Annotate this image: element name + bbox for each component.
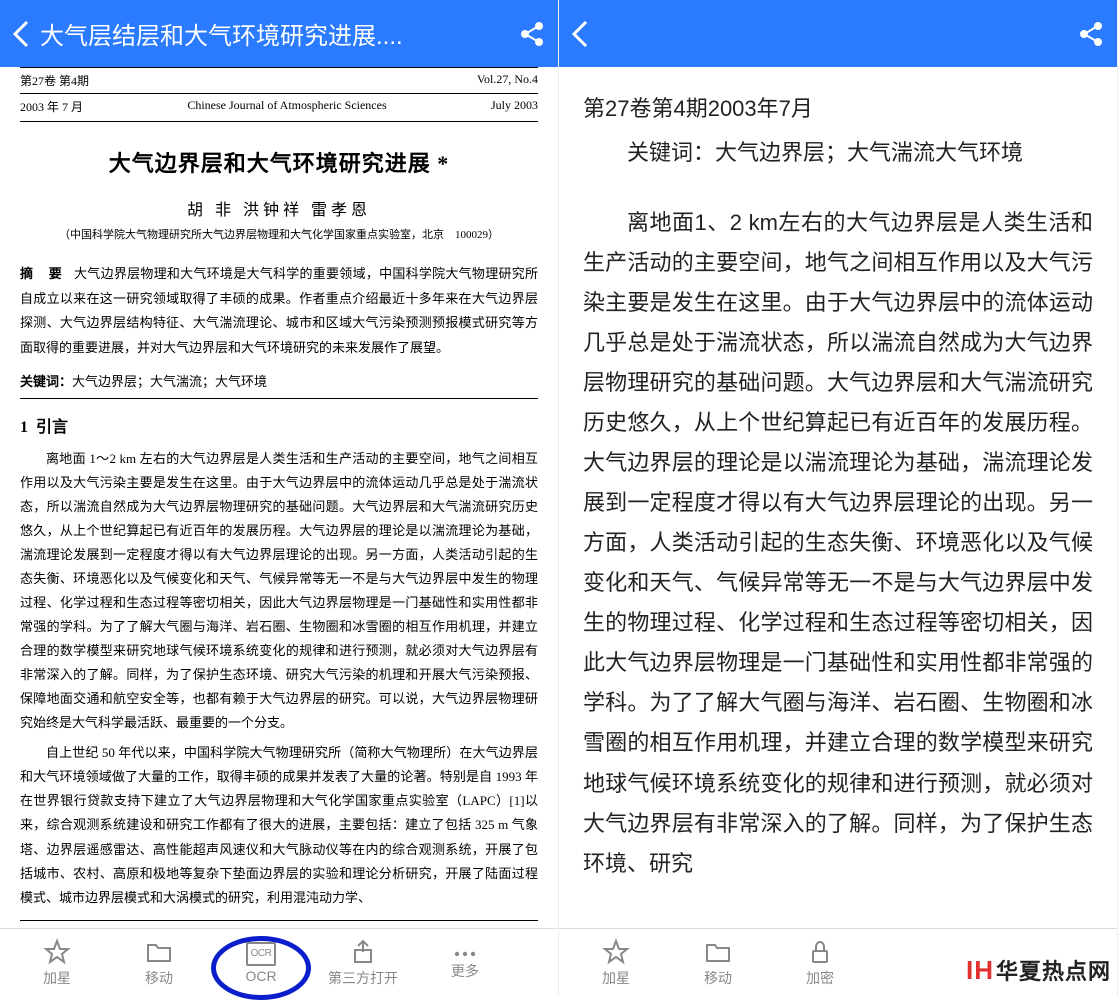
watermark-text: 华夏热点网: [996, 959, 1111, 984]
back-icon[interactable]: [12, 19, 30, 49]
paper-title: 大气边界层和大气环境研究进展 *: [20, 146, 538, 178]
bottom-toolbar: 加星 移动 OCR OCR 第三方打开 更多: [0, 928, 558, 996]
left-phone: 大气层结层和大气环境研究进展.... 第27卷 第4期 Vol.27, No.4…: [0, 0, 559, 996]
header-bar: 大气层结层和大气环境研究进展....: [0, 0, 558, 67]
paper-journal: Chinese Journal of Atmospheric Sciences: [187, 98, 386, 115]
ocr-button[interactable]: OCR OCR: [210, 942, 312, 984]
more-button[interactable]: 更多: [414, 945, 516, 981]
body-paragraph-1: 离地面 1～2 km 左右的大气边界层是人类生活和生产活动的主要空间，地气之间相…: [20, 447, 538, 736]
star-label: 加星: [602, 968, 630, 988]
header-bar: [559, 0, 1117, 67]
paper-vol-r: Vol.27, No.4: [477, 72, 538, 89]
paper-affiliation: （中国科学院大气物理研究所大气边界层物理和大气化学国家重点实验室，北京 1000…: [20, 226, 538, 242]
text-body: 离地面1、2 km左右的大气边界层是人类生活和生产活动的主要空间，地气之间相互作…: [583, 203, 1093, 884]
star-label: 加星: [43, 968, 71, 988]
more-label: 更多: [451, 961, 479, 981]
move-button[interactable]: 移动: [667, 938, 769, 988]
watermark: IH华夏热点网: [966, 954, 1111, 986]
ocr-label: OCR: [245, 968, 276, 984]
abstract-text: 大气边界层物理和大气环境是大气科学的重要领域，中国科学院大气物理研究所自成立以来…: [20, 266, 538, 355]
text-keywords: 关键词：大气边界层；大气湍流大气环境: [583, 133, 1093, 173]
abstract-label: 摘 要: [20, 266, 68, 281]
page-title: 大气层结层和大气环境研究进展....: [40, 16, 508, 51]
paper-authors: 胡 非 洪钟祥 雷孝恩: [20, 196, 538, 220]
paper-keywords: 关键词：大气边界层；大气湍流；大气环境: [20, 371, 538, 399]
paper-abstract: 摘 要大气边界层物理和大气环境是大气科学的重要领域，中国科学院大气物理研究所自成…: [20, 262, 538, 361]
paper-date: 2003 年 7 月: [20, 98, 83, 115]
lock-label: 加密: [806, 968, 834, 988]
open-label: 第三方打开: [328, 968, 398, 988]
open-with-button[interactable]: 第三方打开: [312, 938, 414, 988]
move-label: 移动: [704, 968, 732, 988]
document-view[interactable]: 第27卷 第4期 Vol.27, No.4 2003 年 7 月 Chinese…: [0, 67, 558, 928]
ocr-icon: OCR: [246, 942, 276, 966]
right-phone: 第27卷第4期2003年7月 关键词：大气边界层；大气湍流大气环境 离地面1、2…: [559, 0, 1118, 996]
watermark-logo: IH: [966, 955, 994, 985]
text-header: 第27卷第4期2003年7月: [583, 89, 1093, 129]
lock-button[interactable]: 加密: [769, 938, 871, 988]
back-icon[interactable]: [571, 19, 589, 49]
keywords-text: 大气边界层；大气湍流；大气环境: [72, 374, 267, 389]
paper-vol: 第27卷 第4期: [20, 72, 89, 89]
paper-date-r: July 2003: [491, 98, 538, 115]
move-button[interactable]: 移动: [108, 938, 210, 988]
text-view[interactable]: 第27卷第4期2003年7月 关键词：大气边界层；大气湍流大气环境 离地面1、2…: [559, 67, 1117, 928]
body-paragraph-2: 自上世纪 50 年代以来，中国科学院大气物理研究所（简称大气物理所）在大气边界层…: [20, 741, 538, 909]
move-label: 移动: [145, 968, 173, 988]
share-icon[interactable]: [1077, 20, 1105, 48]
star-button[interactable]: 加星: [565, 938, 667, 988]
star-button[interactable]: 加星: [6, 938, 108, 988]
footnote-1: 2003-02-10 收到，2003-05-08 收到修改稿: [20, 927, 538, 928]
share-icon[interactable]: [518, 20, 546, 48]
section-heading: 1 引言: [20, 413, 538, 437]
keywords-label: 关键词：: [20, 374, 72, 389]
paper-footnotes: 2003-02-10 收到，2003-05-08 收到修改稿 * 国家自然科学基…: [20, 920, 538, 928]
